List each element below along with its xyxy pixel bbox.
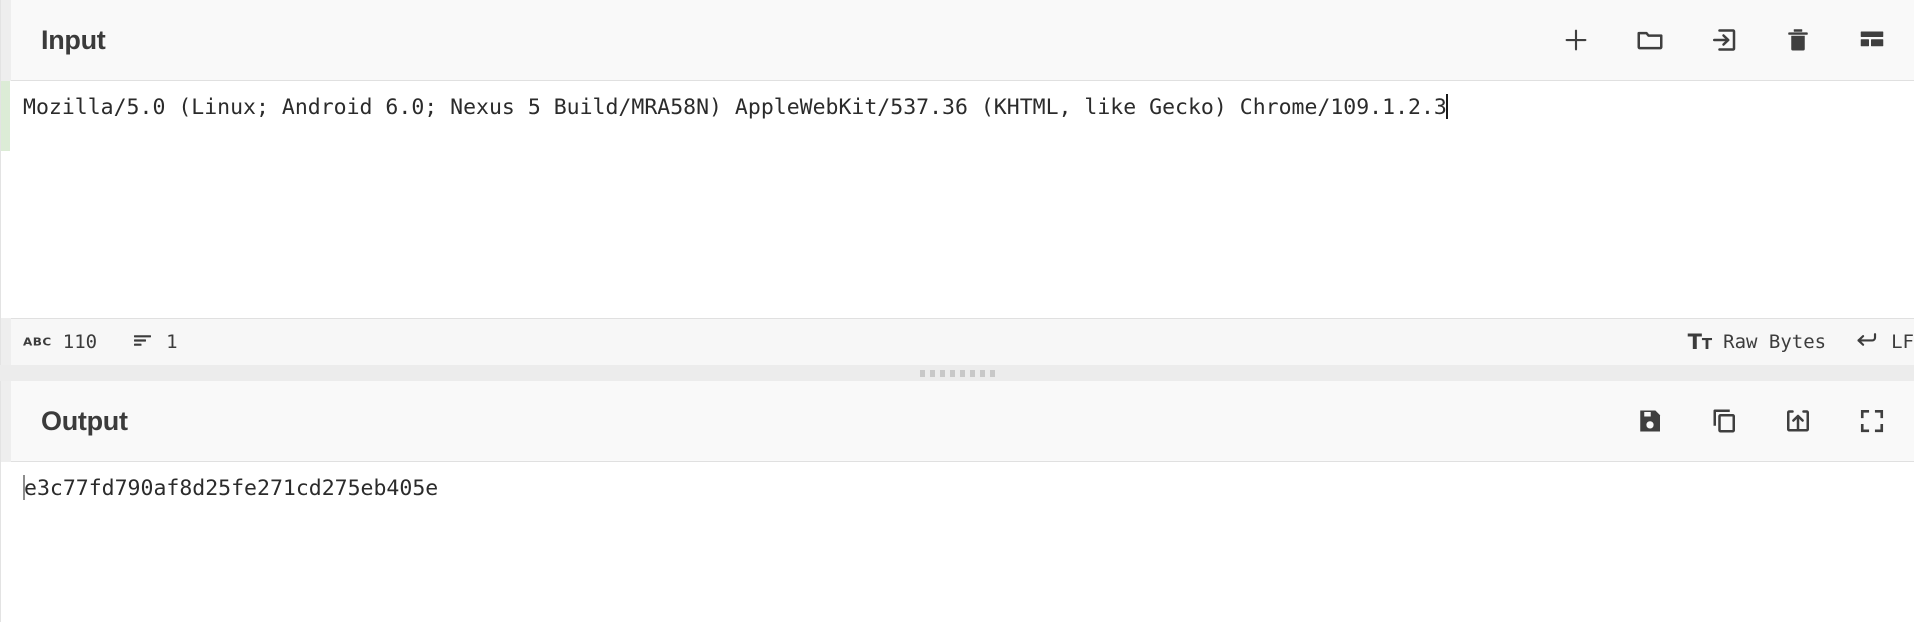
input-caret bbox=[1445, 94, 1448, 119]
layout-panels-icon bbox=[1857, 25, 1887, 55]
input-editor[interactable]: Mozilla/5.0 (Linux; Android 6.0; Nexus 5… bbox=[1, 81, 1914, 318]
upload-box-icon bbox=[1783, 406, 1813, 436]
input-toolbar bbox=[1556, 20, 1892, 60]
copy-output-button[interactable] bbox=[1704, 401, 1744, 441]
replace-input-button[interactable] bbox=[1778, 401, 1818, 441]
input-status-bar: ABC 110 1 TT Raw Bytes LF bbox=[1, 318, 1914, 365]
file-import-icon bbox=[1709, 25, 1739, 55]
folder-icon bbox=[1635, 25, 1665, 55]
splitter-dot bbox=[989, 369, 995, 377]
recipe-io-workspace: Input Mozilla/5.0 (Linux; Android 6.0; N… bbox=[0, 0, 1914, 622]
tt-icon: TT bbox=[1687, 329, 1713, 354]
input-editor-text[interactable]: Mozilla/5.0 (Linux; Android 6.0; Nexus 5… bbox=[1, 81, 1448, 318]
plus-icon bbox=[1561, 25, 1591, 55]
return-arrow-icon bbox=[1854, 327, 1880, 358]
input-panel: Input Mozilla/5.0 (Linux; Android 6.0; N… bbox=[0, 0, 1914, 365]
floppy-save-icon bbox=[1635, 406, 1665, 436]
splitter-dot bbox=[979, 369, 985, 377]
fullscreen-icon bbox=[1857, 406, 1887, 436]
input-lines-status[interactable]: 1 bbox=[131, 328, 178, 357]
splitter-dot bbox=[929, 369, 935, 377]
input-line-ending-status[interactable]: LF bbox=[1854, 327, 1914, 358]
abc-icon: ABC bbox=[23, 336, 52, 348]
copy-icon bbox=[1709, 406, 1739, 436]
input-line-ending-value: LF bbox=[1891, 331, 1914, 353]
maximise-output-button[interactable] bbox=[1852, 401, 1892, 441]
output-editor-text[interactable]: e3c77fd790af8d25fe271cd275eb405e bbox=[1, 462, 438, 622]
splitter-dot bbox=[969, 369, 975, 377]
input-length-value: 110 bbox=[62, 331, 98, 353]
input-lines-value: 1 bbox=[166, 331, 178, 353]
pane-splitter[interactable] bbox=[0, 365, 1914, 381]
splitter-dot bbox=[919, 369, 925, 377]
lines-icon bbox=[131, 328, 155, 357]
input-panel-title: Input bbox=[41, 24, 106, 55]
splitter-dot bbox=[939, 369, 945, 377]
splitter-dot bbox=[959, 369, 965, 377]
input-panel-header: Input bbox=[1, 0, 1914, 81]
input-encoding-status[interactable]: TT Raw Bytes bbox=[1688, 331, 1827, 353]
input-status-right: TT Raw Bytes LF bbox=[1660, 327, 1914, 358]
open-folder-button[interactable] bbox=[1630, 20, 1670, 60]
splitter-dot bbox=[949, 369, 955, 377]
output-panel: Output e3c77fd790af8d25fe271cd275eb405e bbox=[0, 381, 1914, 622]
output-editor[interactable]: e3c77fd790af8d25fe271cd275eb405e bbox=[1, 462, 1914, 622]
input-editor-value: Mozilla/5.0 (Linux; Android 6.0; Nexus 5… bbox=[23, 95, 1447, 120]
add-input-button[interactable] bbox=[1556, 20, 1596, 60]
input-length-status[interactable]: ABC 110 bbox=[23, 331, 97, 353]
input-encoding-value: Raw Bytes bbox=[1723, 331, 1827, 353]
save-output-button[interactable] bbox=[1630, 401, 1670, 441]
reset-layout-button[interactable] bbox=[1852, 20, 1892, 60]
output-panel-header: Output bbox=[1, 381, 1914, 462]
open-file-button[interactable] bbox=[1704, 20, 1744, 60]
output-panel-title: Output bbox=[41, 405, 128, 436]
output-toolbar bbox=[1630, 401, 1892, 441]
trash-icon bbox=[1783, 25, 1813, 55]
clear-input-button[interactable] bbox=[1778, 20, 1818, 60]
output-editor-value: e3c77fd790af8d25fe271cd275eb405e bbox=[24, 476, 439, 501]
